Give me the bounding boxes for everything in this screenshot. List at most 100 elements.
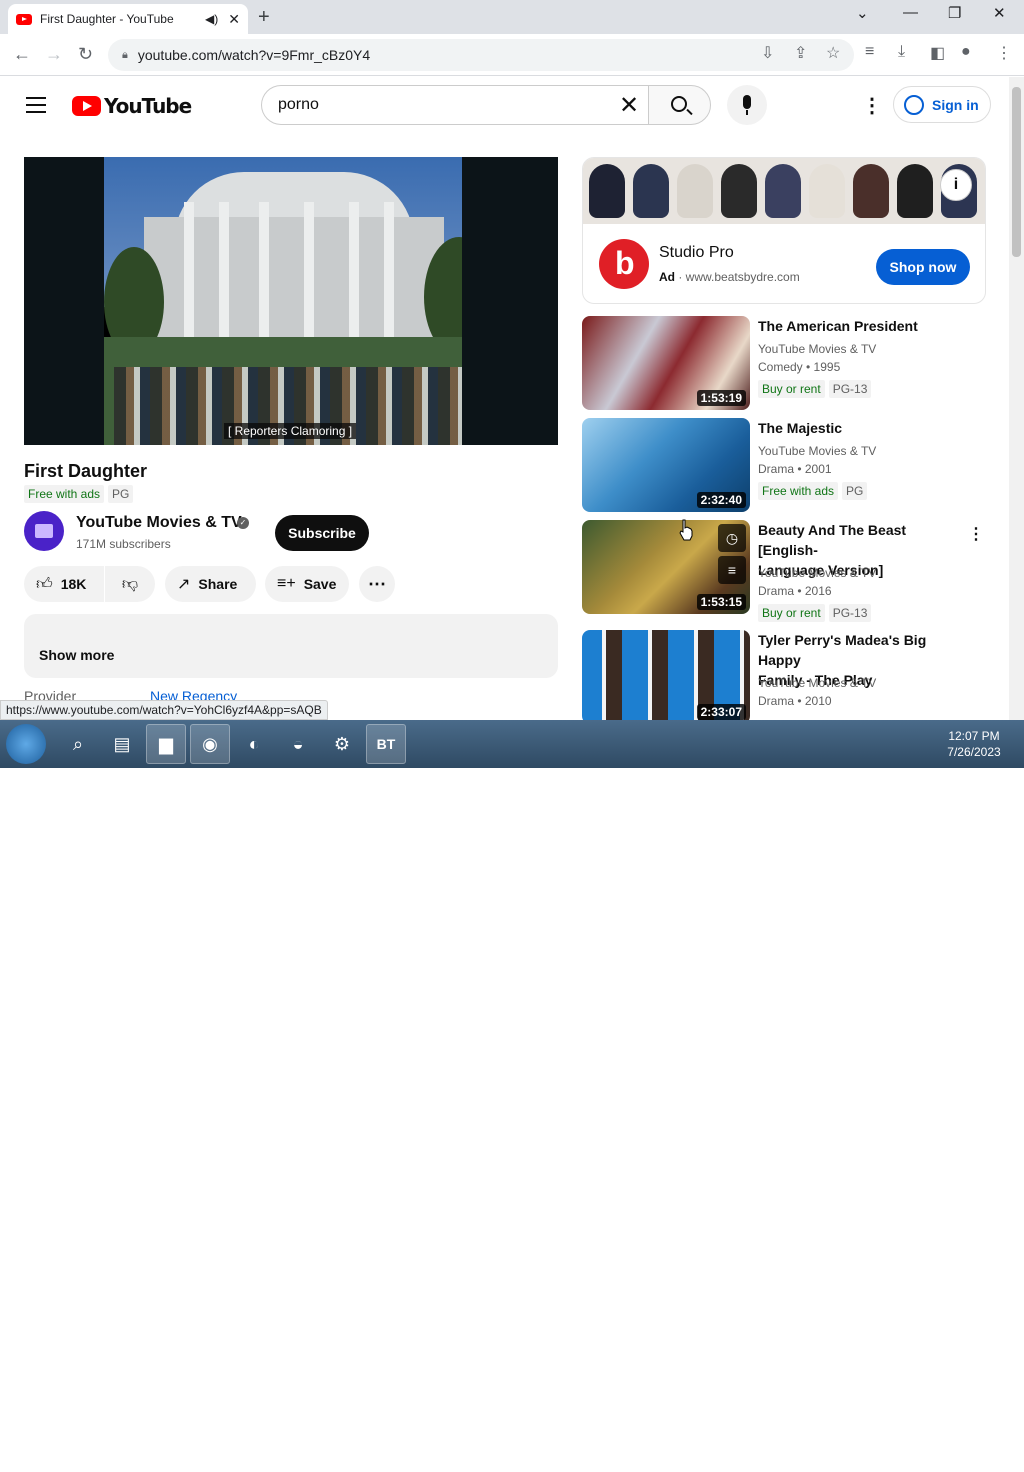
windows-taskbar: ⌕ ▤ ▆ ◉ ◐ ◒ ⚙ BT ⌃ ⊘ ▭ ◀) xyxy=(0,720,1024,1471)
video-thumbnail[interactable]: 1:53:19 xyxy=(582,316,750,410)
browser-tab[interactable]: First Daughter - YouTube ◀) ✕ xyxy=(8,4,248,34)
rating-badge: PG xyxy=(108,485,134,503)
share-page-icon[interactable]: ⇪ xyxy=(794,43,807,63)
youtube-logo[interactable]: YouTube xyxy=(72,94,192,118)
shop-now-button[interactable]: Shop now xyxy=(876,249,970,285)
recommendation-channel[interactable]: YouTube Movies & TV xyxy=(758,342,876,356)
recommendation-meta: Drama • 2010 xyxy=(758,694,832,708)
subscribe-button[interactable]: Subscribe xyxy=(275,515,369,551)
edge-icon[interactable]: ◒ xyxy=(278,724,318,764)
video-thumbnail[interactable]: ◷ ≡ 1:53:15 xyxy=(582,520,750,614)
recommendation-channel[interactable]: YouTube Movies & TV xyxy=(758,676,876,690)
recommendation-title[interactable]: The Majestic xyxy=(758,418,962,438)
video-player[interactable]: [ Reporters Clamoring ] xyxy=(24,157,558,445)
more-icon: ⋯ xyxy=(368,573,386,594)
hand-cursor-icon xyxy=(679,519,693,541)
start-button[interactable] xyxy=(6,724,46,764)
lock-icon[interactable]: 🔒︎ xyxy=(122,49,128,62)
tab-close-icon[interactable]: ✕ xyxy=(228,11,240,28)
profile-icon[interactable]: ● xyxy=(961,43,971,61)
video-thumbnail[interactable]: 2:32:40 xyxy=(582,418,750,512)
search-button[interactable] xyxy=(648,85,711,125)
channel-name[interactable]: YouTube Movies & TV xyxy=(76,514,242,532)
ad-card[interactable]: i Studio Pro Ad · www.beatsbydre.com Sho… xyxy=(582,157,986,304)
browser-menu-icon[interactable]: ⋮ xyxy=(996,43,1012,63)
show-more-link[interactable]: Show more xyxy=(39,647,114,663)
side-panel-icon[interactable]: ◧ xyxy=(930,43,945,63)
like-button[interactable]: 👍︎ 18K xyxy=(24,566,104,602)
buy-or-rent-badge: Buy or rent xyxy=(758,604,825,622)
search-input[interactable]: porno xyxy=(261,85,649,125)
thumbs-down-icon: 👎︎ xyxy=(121,575,139,593)
save-button[interactable]: ≡+ Save xyxy=(265,566,349,602)
more-actions-button[interactable]: ⋯ xyxy=(359,566,395,602)
reload-icon[interactable]: ↻ xyxy=(78,44,93,65)
recommendation-meta: Drama • 2016 xyxy=(758,584,832,598)
tab-title: First Daughter - YouTube xyxy=(40,12,174,26)
system-monitor-icon[interactable]: ▤ xyxy=(102,724,142,764)
bookmark-star-icon[interactable]: ☆ xyxy=(826,43,840,63)
firefox-icon[interactable]: ◐ xyxy=(234,724,274,764)
close-window-icon[interactable]: ✕ xyxy=(993,4,1006,22)
minimize-icon[interactable]: — xyxy=(903,4,918,21)
recommendation-channel[interactable]: YouTube Movies & TV xyxy=(758,566,876,580)
beats-logo xyxy=(599,239,649,289)
description-box[interactable] xyxy=(24,614,558,678)
back-icon[interactable]: ← xyxy=(13,44,31,65)
browser-tab-bar: First Daughter - YouTube ◀) ✕ + ⌄ — ❐ ✕ xyxy=(0,0,1024,34)
downloads-icon[interactable]: ⤓ xyxy=(898,43,905,61)
bt-app-icon[interactable]: BT xyxy=(366,724,406,764)
video-title: First Daughter xyxy=(24,461,148,481)
add-to-queue-icon[interactable]: ≡ xyxy=(718,556,746,584)
recommendation-item[interactable]: ◷ ≡ 1:53:15 Beauty And The Beast [Englis… xyxy=(582,520,986,622)
tab-search-icon[interactable]: ⌄ xyxy=(856,4,869,22)
search-taskbar-icon[interactable]: ⌕ xyxy=(58,724,98,764)
microphone-icon xyxy=(743,95,751,109)
ad-banner-image[interactable] xyxy=(583,158,985,224)
clear-search-icon[interactable]: ✕ xyxy=(619,91,639,120)
watch-later-icon[interactable]: ◷ xyxy=(718,524,746,552)
ad-info-icon[interactable]: i xyxy=(940,169,972,201)
display-icon[interactable]: ▭ xyxy=(891,1455,904,1472)
recommendation-title[interactable]: The American President xyxy=(758,316,962,336)
tab-audio-icon[interactable]: ◀) xyxy=(205,12,218,26)
url-text: youtube.com/watch?v=9Fmr_cBz0Y4 xyxy=(137,47,371,63)
forward-icon[interactable]: → xyxy=(45,44,63,65)
taskbar-clock[interactable]: 12:07 PM 7/26/2023 xyxy=(940,728,1008,760)
ad-meta: Ad · www.beatsbydre.com xyxy=(659,270,800,284)
video-caption: [ Reporters Clamoring ] xyxy=(224,423,357,439)
video-thumbnail[interactable]: 2:33:07 xyxy=(582,630,750,720)
settings-menu-icon[interactable]: ⋮ xyxy=(862,93,882,118)
media-controls-icon[interactable]: ≡ xyxy=(865,43,874,61)
show-hidden-icons-icon[interactable]: ⌃ xyxy=(831,1455,843,1472)
volume-icon[interactable]: ◀) xyxy=(915,1455,930,1472)
recommendation-channel[interactable]: YouTube Movies & TV xyxy=(758,444,876,458)
scrollbar-thumb[interactable] xyxy=(1012,87,1021,257)
sign-in-button[interactable]: Sign in xyxy=(893,86,991,123)
ad-title[interactable]: Studio Pro xyxy=(659,244,734,262)
chrome-icon[interactable]: ◉ xyxy=(190,724,230,764)
buy-or-rent-badge: Buy or rent xyxy=(758,380,825,398)
free-with-ads-badge: Free with ads xyxy=(758,482,839,500)
address-bar[interactable]: 🔒︎ youtube.com/watch?v=9Fmr_cBz0Y4 xyxy=(108,39,854,71)
thumbs-up-icon: 👍︎ xyxy=(36,575,53,593)
recommendation-menu-icon[interactable]: ⋮ xyxy=(968,524,984,544)
page-scrollbar[interactable] xyxy=(1009,77,1024,720)
settings-app-icon[interactable]: ⚙ xyxy=(322,724,362,764)
recommendation-item[interactable]: 2:32:40 The Majestic YouTube Movies & TV… xyxy=(582,418,986,513)
free-with-ads-badge: Free with ads xyxy=(24,485,105,503)
network-icon[interactable]: ⊘ xyxy=(861,1455,873,1472)
install-app-icon[interactable]: ⇩ xyxy=(761,43,774,63)
recommendation-item[interactable]: 2:33:07 Tyler Perry's Madea's Big Happy … xyxy=(582,630,986,720)
recommendation-item[interactable]: 1:53:19 The American President YouTube M… xyxy=(582,316,986,411)
video-duration: 1:53:19 xyxy=(696,390,746,406)
channel-avatar[interactable] xyxy=(24,511,64,551)
ad-label: Ad xyxy=(659,270,675,284)
restore-icon[interactable]: ❐ xyxy=(948,4,961,22)
menu-icon[interactable] xyxy=(26,97,46,113)
file-explorer-icon[interactable]: ▆ xyxy=(146,724,186,764)
dislike-button[interactable]: 👎︎ xyxy=(105,566,155,602)
share-button[interactable]: ↗ Share xyxy=(165,566,256,602)
voice-search-button[interactable] xyxy=(727,85,767,125)
new-tab-icon[interactable]: + xyxy=(258,6,270,29)
